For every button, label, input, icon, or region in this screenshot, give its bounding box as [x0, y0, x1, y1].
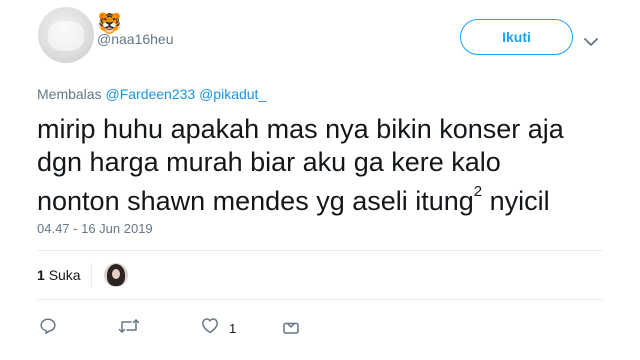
tweet-timestamp[interactable]: 04.47 - 16 Jun 2019	[37, 221, 153, 236]
mention-link[interactable]: @pikadut_	[199, 86, 266, 102]
superscript: 2	[473, 183, 483, 200]
liker-avatar[interactable]	[104, 263, 128, 287]
author-handle[interactable]: @naa16heu	[97, 31, 174, 47]
tweet-line: nonton shawn mendes yg aseli itung2 nyic…	[37, 179, 617, 218]
follow-button[interactable]: Ikuti	[460, 19, 573, 55]
author-avatar[interactable]	[38, 7, 94, 63]
retweet-icon	[118, 317, 140, 340]
like-label: Suka	[48, 267, 81, 283]
reply-button[interactable]	[39, 317, 57, 340]
divider	[91, 263, 92, 287]
tweet-text: mirip huhu apakah mas nya bikin konser a…	[37, 113, 617, 218]
divider	[37, 299, 603, 300]
mention-link[interactable]: @Fardeen233	[105, 86, 195, 102]
chevron-down-icon[interactable]	[584, 34, 598, 52]
retweet-button[interactable]	[118, 317, 140, 340]
like-action-count: 1	[229, 320, 237, 336]
like-stats[interactable]: 1 Suka	[37, 267, 81, 283]
divider	[37, 250, 603, 251]
tweet-line-text: nonton shawn mendes yg aseli itung	[37, 186, 474, 216]
heart-icon	[201, 317, 219, 339]
reply-context: Membalas @Fardeen233 @pikadut_	[37, 86, 266, 102]
like-count: 1	[37, 267, 45, 283]
tweet-line: mirip huhu apakah mas nya bikin konser a…	[37, 114, 564, 144]
tweet-line: dgn harga murah biar aku ga kere kalo	[37, 147, 501, 177]
like-button[interactable]: 1	[201, 317, 236, 339]
reply-prefix: Membalas	[37, 86, 102, 102]
tweet-line-text: nyicil	[482, 186, 550, 216]
reply-icon	[39, 317, 57, 340]
share-icon	[282, 317, 300, 340]
share-button[interactable]	[282, 317, 300, 340]
